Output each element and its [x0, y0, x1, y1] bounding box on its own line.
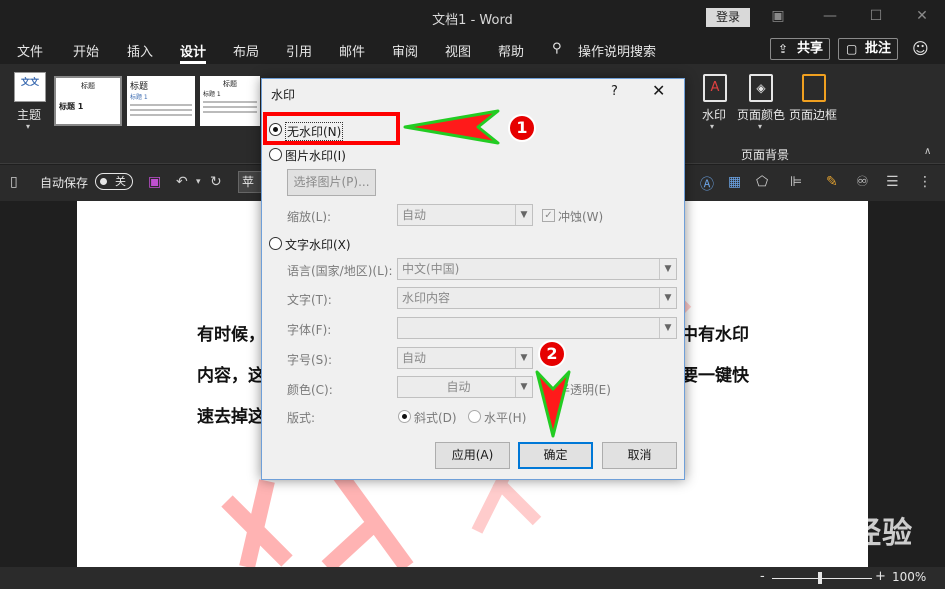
site-watermark-url: jingyan.baidu.com	[730, 546, 860, 562]
arrow-to-no-watermark	[403, 109, 500, 145]
arrow-to-ok-button	[535, 370, 571, 438]
step-badge-2: 2	[538, 340, 566, 368]
step-badge-1: 1	[508, 114, 536, 142]
annotation-arrows	[403, 109, 571, 438]
